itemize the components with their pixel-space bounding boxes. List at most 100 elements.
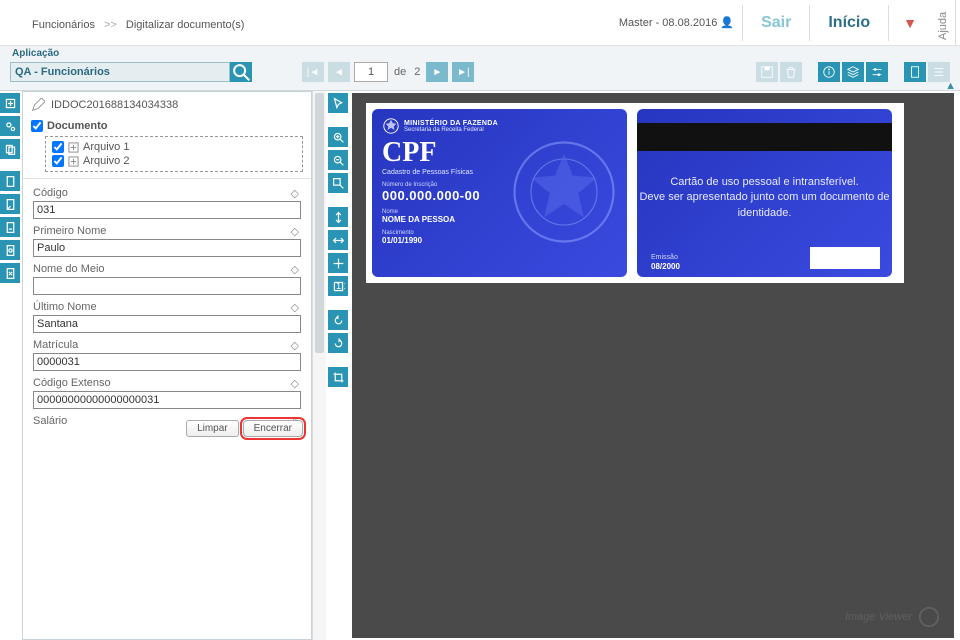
file-checkbox[interactable]: [52, 141, 64, 153]
cpf-back-line1: Cartão de uso pessoal e intransferível.: [670, 176, 858, 188]
user-label: Master - 08.08.2016: [619, 17, 717, 29]
erase-icon[interactable]: ◇: [291, 263, 299, 276]
document-node[interactable]: Documento: [31, 120, 303, 132]
codigo-input[interactable]: [33, 201, 301, 219]
delete-icon[interactable]: [780, 62, 802, 82]
crop-icon[interactable]: [328, 367, 348, 387]
fit-horizontal-icon[interactable]: [328, 230, 348, 250]
file-item[interactable]: Arquivo 2: [52, 154, 296, 168]
erase-icon[interactable]: ◇: [291, 377, 299, 390]
zoom-out-icon[interactable]: [328, 150, 348, 170]
document-id: IDDOC201688134034338: [31, 98, 303, 112]
rail-page5-icon[interactable]: [0, 263, 20, 283]
cpf-ministerio: MINISTÉRIO DA FAZENDA: [404, 120, 498, 127]
field-label: Matrícula: [33, 339, 301, 351]
fit-both-icon[interactable]: [328, 253, 348, 273]
app-label: Aplicação: [12, 48, 59, 59]
signature-box: [810, 247, 880, 269]
file-item[interactable]: Arquivo 1: [52, 140, 296, 154]
prev-page-button[interactable]: ◄: [328, 62, 350, 82]
pencil-icon: [31, 98, 45, 112]
matricula-input[interactable]: [33, 353, 301, 371]
rail-page1-icon[interactable]: [0, 171, 20, 191]
app-input[interactable]: [10, 62, 230, 82]
field-label: Primeiro Nome: [33, 225, 301, 237]
nome-meio-input[interactable]: [33, 277, 301, 295]
magnetic-strip: [637, 123, 892, 151]
field-primeiro-nome: Primeiro Nome ◇: [33, 225, 301, 257]
search-icon[interactable]: [230, 62, 252, 82]
image-viewer: 1:1 MINISTÉRIO DA FAZENDA Secretaria da …: [326, 91, 960, 640]
scrollbar[interactable]: [312, 91, 326, 640]
rail-page4-icon[interactable]: [0, 240, 20, 260]
file-checkbox[interactable]: [52, 155, 64, 167]
clear-button[interactable]: Limpar: [186, 420, 239, 437]
erase-icon[interactable]: ◇: [291, 339, 299, 352]
rail-page3-icon[interactable]: [0, 217, 20, 237]
left-rail: [0, 91, 22, 640]
user-info: Master - 08.08.2016 👤: [619, 16, 734, 29]
field-label: Último Nome: [33, 301, 301, 313]
cpf-back-text: Cartão de uso pessoal e intransferível. …: [637, 175, 892, 221]
plus-icon: [68, 156, 79, 167]
save-icon[interactable]: [756, 62, 778, 82]
exit-button[interactable]: Sair: [742, 5, 809, 41]
pointer-icon[interactable]: [328, 93, 348, 113]
info-icon[interactable]: [818, 62, 840, 82]
dropdown-toggle[interactable]: ▼: [888, 5, 931, 41]
breadcrumb-page: Digitalizar documento(s): [126, 19, 245, 31]
field-codigo: Código ◇: [33, 187, 301, 219]
zoom-in-icon[interactable]: [328, 127, 348, 147]
erase-icon[interactable]: ◇: [291, 225, 299, 238]
ultimo-nome-input[interactable]: [33, 315, 301, 333]
rail-page2-icon[interactable]: [0, 194, 20, 214]
field-nome-meio: Nome do Meio ◇: [33, 263, 301, 295]
toolbar: Aplicação |◄ ◄ de 2 ► ►| ▲: [0, 46, 960, 91]
cpf-emissao-label: Emissão: [651, 254, 678, 261]
settings-icon[interactable]: [866, 62, 888, 82]
help-tab[interactable]: Ajuda: [931, 0, 956, 46]
aperture-icon: [918, 606, 940, 628]
viewer-canvas[interactable]: MINISTÉRIO DA FAZENDA Secretaria da Rece…: [352, 93, 954, 638]
actual-size-icon[interactable]: 1:1: [328, 276, 348, 296]
seal-icon: [509, 137, 619, 247]
rotate-left-icon[interactable]: [328, 310, 348, 330]
last-page-button[interactable]: ►|: [452, 62, 474, 82]
document-id-text: IDDOC201688134034338: [51, 99, 178, 111]
list-icon[interactable]: [928, 62, 950, 82]
doc-icon[interactable]: [904, 62, 926, 82]
rail-add-icon[interactable]: [0, 93, 20, 113]
field-codigo-extenso: Código Extenso ◇: [33, 377, 301, 409]
rotate-right-icon[interactable]: [328, 333, 348, 353]
page-total: 2: [414, 66, 420, 78]
document-node-label: Documento: [47, 120, 108, 132]
form-area: Código ◇ Primeiro Nome ◇ Nome do Meio ◇ …: [23, 179, 311, 441]
page-input[interactable]: [354, 62, 388, 82]
erase-icon[interactable]: ◇: [291, 301, 299, 314]
codigo-extenso-input[interactable]: [33, 391, 301, 409]
main: IDDOC201688134034338 Documento Arquivo 1…: [0, 91, 960, 640]
svg-text:1:1: 1:1: [336, 280, 345, 290]
first-page-button[interactable]: |◄: [302, 62, 324, 82]
primeiro-nome-input[interactable]: [33, 239, 301, 257]
erase-icon[interactable]: ◇: [291, 187, 299, 200]
app-selector: [10, 62, 252, 82]
file-list: Arquivo 1 Arquivo 2: [45, 136, 303, 172]
zoom-region-icon[interactable]: [328, 173, 348, 193]
fit-vertical-icon[interactable]: [328, 207, 348, 227]
breadcrumb: Funcionários >> Digitalizar documento(s): [4, 12, 619, 33]
plus-icon: [68, 142, 79, 153]
breadcrumb-root: Funcionários: [32, 19, 95, 31]
field-matricula: Matrícula ◇: [33, 339, 301, 371]
document-checkbox[interactable]: [31, 120, 43, 132]
rail-copy-icon[interactable]: [0, 139, 20, 159]
next-page-button[interactable]: ►: [426, 62, 448, 82]
file-label: Arquivo 2: [83, 155, 129, 167]
finish-button[interactable]: Encerrar: [243, 420, 303, 437]
cpf-secretaria: Secretaria da Receita Federal: [404, 127, 498, 133]
field-label: Código: [33, 187, 301, 199]
layers-icon[interactable]: [842, 62, 864, 82]
rail-gears-icon[interactable]: [0, 116, 20, 136]
home-button[interactable]: Início: [809, 5, 888, 41]
scrollbar-thumb[interactable]: [315, 93, 324, 353]
